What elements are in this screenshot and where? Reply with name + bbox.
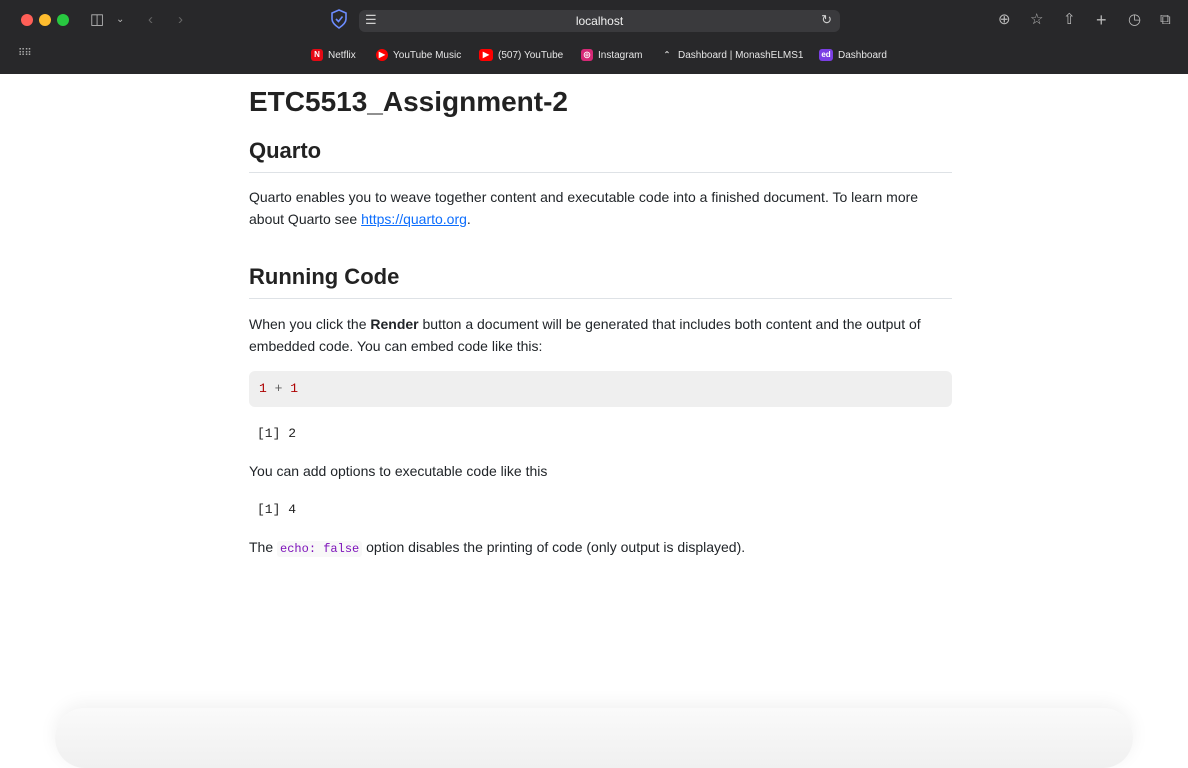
options-paragraph: You can add options to executable code l…	[249, 463, 548, 479]
bookmark-youtube-music[interactable]: ▶ YouTube Music	[376, 49, 461, 61]
bookmark-youtube[interactable]: ▶ (507) YouTube	[479, 49, 563, 61]
code-output-2: [1] 4	[257, 502, 297, 517]
echo-paragraph: The echo: false option disables the prin…	[249, 539, 746, 557]
tab-overview-icon[interactable]: ⧉	[1160, 10, 1171, 30]
back-icon[interactable]: ‹	[148, 10, 153, 30]
history-icon[interactable]: ◷	[1128, 10, 1141, 30]
privacy-shield-icon[interactable]	[330, 9, 348, 29]
minimize-window-button[interactable]	[39, 14, 51, 26]
netflix-icon: N	[311, 49, 323, 61]
youtube-icon: ▶	[479, 49, 493, 61]
ed-icon: ed	[819, 49, 833, 61]
dock	[55, 708, 1133, 768]
section-heading-quarto: Quarto	[249, 138, 952, 173]
bookmark-star-icon[interactable]: ☆	[1030, 10, 1043, 30]
youtube-music-icon: ▶	[376, 49, 388, 61]
code-output-1: [1] 2	[257, 426, 297, 441]
bookmarks-bar: N Netflix ▶ YouTube Music ▶ (507) YouTub…	[0, 46, 1188, 66]
close-window-button[interactable]	[21, 14, 33, 26]
quarto-paragraph: Quarto enables you to weave together con…	[249, 189, 919, 227]
section-heading-running-code: Running Code	[249, 264, 952, 299]
zoom-window-button[interactable]	[57, 14, 69, 26]
bookmark-instagram[interactable]: ◎ Instagram	[581, 49, 642, 61]
running-code-paragraph: When you click the Render button a docum…	[249, 316, 921, 354]
new-tab-icon[interactable]: +	[1096, 10, 1107, 30]
code-line: 1 + 1	[259, 381, 299, 396]
moodle-icon: ⌃	[663, 50, 671, 59]
code-block[interactable]: 1 + 1	[249, 371, 952, 407]
address-text: localhost	[575, 14, 624, 28]
bookmark-netflix[interactable]: N Netflix	[311, 49, 356, 61]
share-icon[interactable]: ⇧	[1063, 10, 1076, 30]
browser-toolbar: ◫ ⌄ ‹ › ☰ localhost ↻ ⊕ ☆ ⇧ + ◷ ⧉ ⠿⠿ N N…	[0, 0, 1188, 74]
reload-icon[interactable]: ↻	[821, 12, 832, 28]
forward-icon[interactable]: ›	[178, 10, 183, 30]
bookmark-monash-elms[interactable]: ⌃ Dashboard | MonashELMS1	[661, 49, 804, 61]
downloads-icon[interactable]: ⊕	[998, 10, 1011, 30]
render-bold: Render	[370, 316, 419, 332]
sidebar-icon[interactable]: ◫	[90, 10, 104, 30]
bookmark-ed-dashboard[interactable]: ed Dashboard	[819, 49, 887, 61]
address-bar[interactable]: ☰ localhost ↻	[359, 10, 840, 32]
echo-inline-code: echo: false	[277, 541, 363, 557]
page-title: ETC5513_Assignment-2	[249, 86, 569, 117]
instagram-icon: ◎	[581, 49, 593, 61]
quarto-link[interactable]: https://quarto.org	[361, 211, 467, 227]
chevron-down-icon[interactable]: ⌄	[116, 10, 124, 30]
